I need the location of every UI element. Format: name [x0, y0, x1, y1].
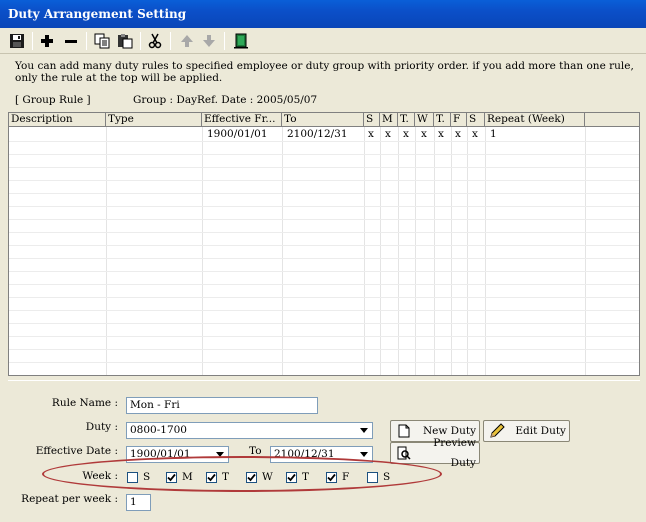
column-header-filler — [585, 113, 639, 127]
row-mon: x — [385, 128, 391, 140]
cut-icon[interactable] — [146, 32, 164, 50]
copy-icon[interactable] — [93, 32, 111, 50]
row-sat: x — [472, 128, 478, 140]
description-text: You can add many duty rules to specified… — [15, 60, 634, 84]
column-header-effective-from[interactable]: Effective Fr... — [202, 113, 282, 127]
remove-icon[interactable] — [62, 32, 80, 50]
rule-name-input[interactable]: Mon - Fri — [126, 397, 318, 414]
column-header-fri[interactable]: F — [451, 113, 467, 127]
add-icon[interactable] — [38, 32, 56, 50]
effective-date-label: Effective Date : — [35, 445, 118, 457]
toolbar — [0, 28, 646, 54]
exit-icon[interactable] — [232, 32, 250, 50]
column-header-tue[interactable]: T. — [398, 113, 415, 127]
column-header-sun[interactable]: S — [364, 113, 380, 127]
save-icon[interactable] — [8, 32, 26, 50]
group-label: Group : Day — [133, 94, 198, 106]
rule-name-label: Rule Name : — [51, 397, 118, 409]
chevron-down-icon[interactable] — [356, 423, 372, 438]
duty-select[interactable]: 0800-1700 — [126, 422, 373, 439]
new-document-icon — [395, 422, 413, 440]
duty-label: Duty : — [85, 421, 118, 433]
pencil-icon — [488, 422, 506, 440]
column-header-sat[interactable]: S — [467, 113, 485, 127]
row-fri: x — [455, 128, 461, 140]
rules-grid[interactable]: Description Type Effective Fr... To S M … — [8, 112, 640, 376]
row-effective-from: 1900/01/01 — [207, 128, 268, 140]
row-repeat: 1 — [490, 128, 497, 140]
edit-duty-button[interactable]: Edit Duty — [483, 420, 570, 442]
window-title: Duty Arrangement Setting — [8, 7, 187, 21]
row-wed: x — [421, 128, 427, 140]
duty-select-value: 0800-1700 — [130, 424, 187, 436]
move-up-icon[interactable] — [178, 32, 196, 50]
row-tue: x — [403, 128, 409, 140]
column-header-repeat[interactable]: Repeat (Week) — [485, 113, 585, 127]
column-header-thu[interactable]: T. — [434, 113, 451, 127]
column-header-mon[interactable]: M — [380, 113, 398, 127]
column-header-to[interactable]: To — [282, 113, 364, 127]
column-header-wed[interactable]: W — [415, 113, 434, 127]
preview-duty-button[interactable]: Preview Duty — [390, 437, 480, 469]
column-header-type[interactable]: Type — [106, 113, 202, 127]
edit-duty-label: Edit Duty — [515, 425, 566, 437]
row-description — [9, 128, 106, 141]
ref-date-label: Ref. Date : 2005/05/07 — [197, 94, 318, 106]
row-sun: x — [368, 128, 374, 140]
annotation-oval — [42, 456, 442, 492]
rule-type-label: [ Group Rule ] — [15, 94, 91, 106]
paste-icon[interactable] — [116, 32, 134, 50]
window-title-bar: Duty Arrangement Setting — [0, 0, 646, 28]
row-type — [106, 128, 202, 141]
column-header-description[interactable]: Description — [9, 113, 106, 127]
row-thu: x — [438, 128, 444, 140]
preview-icon — [395, 444, 413, 462]
row-to: 2100/12/31 — [287, 128, 348, 140]
move-down-icon[interactable] — [200, 32, 218, 50]
repeat-per-week-label: Repeat per week : — [21, 493, 118, 505]
repeat-per-week-input[interactable]: 1 — [126, 494, 151, 511]
